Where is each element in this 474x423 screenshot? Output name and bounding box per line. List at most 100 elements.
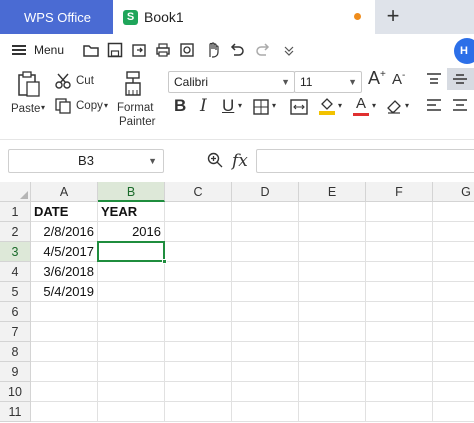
cell-e8[interactable]: [299, 342, 366, 362]
cell-c9[interactable]: [165, 362, 232, 382]
undo-icon[interactable]: [228, 41, 246, 59]
export-icon[interactable]: [130, 41, 148, 59]
cell-e2[interactable]: [299, 222, 366, 242]
cell-d7[interactable]: [232, 322, 299, 342]
row-header-1[interactable]: 1: [0, 202, 31, 222]
cell-d1[interactable]: [232, 202, 299, 222]
border-dropdown-icon[interactable]: ▾: [272, 101, 276, 110]
cell-a1[interactable]: DATE: [31, 202, 98, 222]
cell-d10[interactable]: [232, 382, 299, 402]
align-top-icon[interactable]: [425, 71, 443, 87]
cell-c3[interactable]: [165, 242, 232, 262]
cell-a4[interactable]: 3/6/2018: [31, 262, 98, 282]
format-painter-label-1[interactable]: Format: [117, 102, 153, 114]
tab-wps-office[interactable]: WPS Office: [0, 0, 113, 34]
select-all-corner[interactable]: [0, 182, 31, 202]
cell-g10[interactable]: [433, 382, 474, 402]
row-header-8[interactable]: 8: [0, 342, 31, 362]
row-header-6[interactable]: 6: [0, 302, 31, 322]
cell-a10[interactable]: [31, 382, 98, 402]
cell-g6[interactable]: [433, 302, 474, 322]
row-header-10[interactable]: 10: [0, 382, 31, 402]
cell-b6[interactable]: [98, 302, 165, 322]
cell-e1[interactable]: [299, 202, 366, 222]
copy-icon[interactable]: [54, 97, 72, 115]
cell-g4[interactable]: [433, 262, 474, 282]
save-icon[interactable]: [106, 41, 124, 59]
print-icon[interactable]: [154, 41, 172, 59]
cell-d8[interactable]: [232, 342, 299, 362]
column-header-d[interactable]: D: [232, 182, 299, 202]
cell-f6[interactable]: [366, 302, 433, 322]
open-folder-icon[interactable]: [82, 41, 100, 59]
cell-a7[interactable]: [31, 322, 98, 342]
tab-book1[interactable]: S Book1: [113, 0, 375, 34]
cell-d6[interactable]: [232, 302, 299, 322]
column-header-e[interactable]: E: [299, 182, 366, 202]
cell-a6[interactable]: [31, 302, 98, 322]
increase-font-size-icon[interactable]: A+: [368, 68, 386, 89]
cell-g7[interactable]: [433, 322, 474, 342]
fill-color-dropdown-icon[interactable]: ▾: [338, 101, 342, 110]
row-header-3[interactable]: 3: [0, 242, 31, 262]
column-header-g[interactable]: G: [433, 182, 474, 202]
cell-c8[interactable]: [165, 342, 232, 362]
cell-a3[interactable]: 4/5/2017: [31, 242, 98, 262]
cell-e10[interactable]: [299, 382, 366, 402]
row-header-7[interactable]: 7: [0, 322, 31, 342]
cell-a5[interactable]: 5/4/2019: [31, 282, 98, 302]
border-icon[interactable]: [252, 98, 270, 116]
decrease-font-size-icon[interactable]: A-: [392, 70, 405, 88]
cell-f11[interactable]: [366, 402, 433, 422]
font-color-icon[interactable]: A: [352, 95, 370, 117]
copy-label[interactable]: Copy: [76, 100, 103, 112]
cell-e11[interactable]: [299, 402, 366, 422]
cell-b9[interactable]: [98, 362, 165, 382]
clear-format-dropdown-icon[interactable]: ▾: [405, 101, 409, 110]
cell-g11[interactable]: [433, 402, 474, 422]
cell-g5[interactable]: [433, 282, 474, 302]
avatar[interactable]: H: [454, 38, 474, 64]
cell-d11[interactable]: [232, 402, 299, 422]
fill-handle[interactable]: [162, 259, 167, 264]
cell-f3[interactable]: [366, 242, 433, 262]
row-header-4[interactable]: 4: [0, 262, 31, 282]
cell-e3[interactable]: [299, 242, 366, 262]
cell-d5[interactable]: [232, 282, 299, 302]
cell-b1[interactable]: YEAR: [98, 202, 165, 222]
cell-f8[interactable]: [366, 342, 433, 362]
format-painter-hand-icon[interactable]: [204, 41, 222, 59]
underline-icon[interactable]: U: [222, 96, 234, 116]
cell-b4[interactable]: [98, 262, 165, 282]
cell-d2[interactable]: [232, 222, 299, 242]
paste-icon[interactable]: [16, 70, 42, 98]
cell-b8[interactable]: [98, 342, 165, 362]
row-header-5[interactable]: 5: [0, 282, 31, 302]
font-size-select[interactable]: 11 ▼: [294, 71, 362, 93]
cell-g1[interactable]: [433, 202, 474, 222]
cell-f4[interactable]: [366, 262, 433, 282]
cell-b2[interactable]: 2016: [98, 222, 165, 242]
cell-d4[interactable]: [232, 262, 299, 282]
print-preview-icon[interactable]: [178, 41, 196, 59]
menu-button[interactable]: Menu: [12, 40, 64, 60]
fx-icon[interactable]: fx: [232, 151, 248, 171]
column-header-a[interactable]: A: [31, 182, 98, 202]
cell-f1[interactable]: [366, 202, 433, 222]
cell-b3[interactable]: [98, 242, 165, 262]
font-color-dropdown-icon[interactable]: ▾: [372, 101, 376, 110]
new-tab-button[interactable]: +: [380, 3, 406, 29]
align-center-icon[interactable]: [451, 97, 469, 113]
cell-e4[interactable]: [299, 262, 366, 282]
customize-dropdown-icon[interactable]: [280, 41, 298, 59]
cell-e7[interactable]: [299, 322, 366, 342]
cell-a9[interactable]: [31, 362, 98, 382]
cell-e9[interactable]: [299, 362, 366, 382]
cell-g8[interactable]: [433, 342, 474, 362]
cell-c10[interactable]: [165, 382, 232, 402]
align-middle-button[interactable]: [447, 68, 474, 90]
italic-icon[interactable]: I: [200, 96, 207, 116]
cell-c7[interactable]: [165, 322, 232, 342]
copy-dropdown-icon[interactable]: ▾: [104, 101, 108, 110]
cell-f10[interactable]: [366, 382, 433, 402]
